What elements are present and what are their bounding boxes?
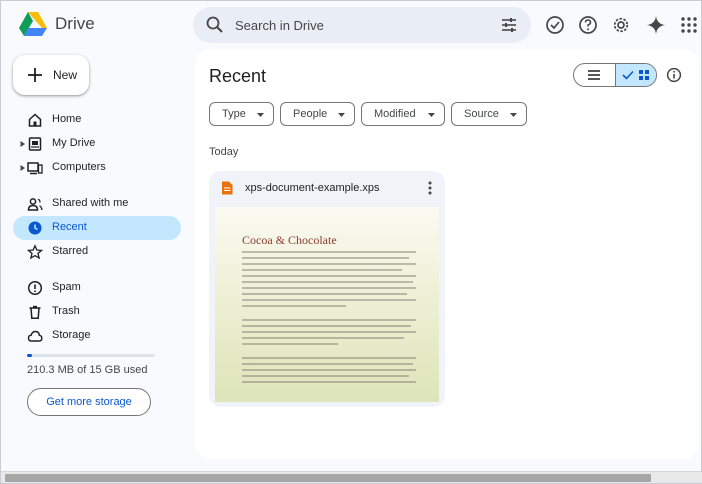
sidebar-item-label: Shared with me [52,197,129,209]
storage-quota-bar [27,354,155,357]
sidebar-item-shared-with-me[interactable]: Shared with me [13,192,181,216]
sidebar-item-home[interactable]: Home [13,108,181,132]
sidebar-item-starred[interactable]: Starred [13,240,181,264]
search-input[interactable]: Search in Drive [235,18,324,33]
clock-icon [28,221,42,235]
app-brand[interactable]: Drive [55,14,95,34]
computers-icon [27,162,43,175]
grid-layout-button[interactable] [615,64,656,86]
plus-icon [28,68,42,82]
info-icon[interactable] [666,67,682,83]
page-title: Recent [209,66,267,86]
storage-quota-text: 210.3 MB of 15 GB used [27,364,148,376]
search-box[interactable]: Search in Drive [193,7,531,43]
my-drive-icon [28,137,42,151]
new-button-label: New [53,68,78,82]
filter-chip-label: Type [222,108,246,120]
help-icon[interactable] [577,14,599,36]
sidebar-item-my-drive[interactable]: My Drive [13,132,181,156]
scrollbar-thumb[interactable] [5,474,651,482]
sidebar-item-trash[interactable]: Trash [13,300,181,324]
sidebar-item-label: My Drive [52,137,96,149]
storage-quota-fill [27,354,33,357]
sidebar-item-label: Computers [52,161,106,173]
check-grid-icon [622,70,649,80]
sidebar-item-label: Home [52,113,82,125]
sidebar-item-label: Spam [52,281,81,293]
chevron-down-icon [338,113,345,117]
filter-type-chip[interactable]: Type [209,102,274,126]
chevron-down-icon [510,113,517,117]
filter-people-chip[interactable]: People [280,102,355,126]
top-bar: Drive Search in Drive [1,1,702,49]
expand-caret-icon[interactable] [19,163,27,173]
sidebar-item-label: Recent [52,221,87,233]
file-preview-thumbnail[interactable]: Cocoa & Chocolate [215,207,439,402]
ready-for-offline-icon[interactable] [544,14,566,36]
preview-document-title: Cocoa & Chocolate [242,233,337,247]
expand-caret-icon[interactable] [19,139,27,149]
filter-chip-label: Source [464,108,499,120]
filter-modified-chip[interactable]: Modified [361,102,445,126]
gemini-icon[interactable] [645,14,667,36]
main-content: Recent Type People Modified Source Today… [195,49,699,459]
star-icon [27,244,43,260]
shared-icon [27,198,43,211]
sidebar-item-label: Starred [52,245,89,257]
apps-grid-icon[interactable] [678,14,700,36]
cloud-icon [27,330,43,342]
sidebar-item-storage[interactable]: Storage [13,324,181,348]
filter-source-chip[interactable]: Source [451,102,527,126]
search-icon[interactable] [205,15,225,35]
chevron-down-icon [428,113,435,117]
get-more-storage-button[interactable]: Get more storage [27,388,151,416]
list-layout-button[interactable] [574,64,615,86]
view-toggle [573,63,657,87]
section-heading: Today [209,146,239,158]
document-icon [222,181,233,195]
sidebar: New Home My Drive Computers Shared with … [1,49,193,484]
sidebar-item-label: Storage [52,329,91,341]
new-button[interactable]: New [13,55,89,95]
settings-icon[interactable] [610,14,632,36]
chevron-down-icon [257,113,264,117]
more-options-icon[interactable] [423,179,437,197]
trash-icon [29,305,41,319]
horizontal-scrollbar[interactable] [1,471,702,483]
sidebar-item-recent[interactable]: Recent [13,216,181,240]
preview-text-lines [242,251,416,387]
spam-icon [27,280,43,296]
get-more-storage-label: Get more storage [46,396,132,408]
file-name[interactable]: xps-document-example.xps [245,182,380,194]
home-icon [28,113,42,127]
list-view-icon [588,70,600,80]
filter-chip-label: People [293,108,328,120]
drive-logo-icon[interactable] [19,11,47,37]
sidebar-item-computers[interactable]: Computers [13,156,181,180]
search-options-icon[interactable] [499,15,519,35]
sidebar-item-label: Trash [52,305,80,317]
filter-chip-label: Modified [374,108,416,120]
file-card[interactable]: xps-document-example.xps Cocoa & Chocola… [209,171,445,407]
sidebar-item-spam[interactable]: Spam [13,276,181,300]
